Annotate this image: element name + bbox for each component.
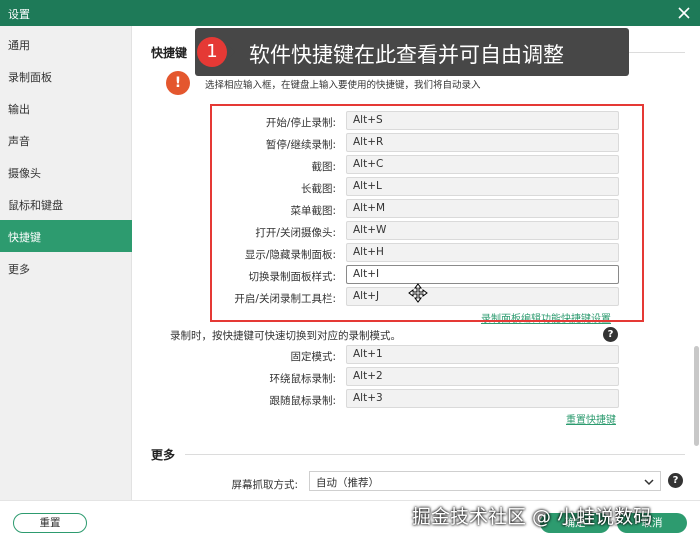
sidebar-item-record-panel[interactable]: 录制面板 — [0, 60, 132, 92]
help-icon[interactable]: ? — [603, 327, 618, 342]
close-icon[interactable] — [674, 3, 694, 23]
callout-text: 软件快捷键在此查看并可自由调整 — [249, 43, 564, 67]
mode-field[interactable]: Alt+2 — [346, 367, 619, 386]
shortcut-hint: 选择相应输入框，在键盘上输入要使用的快捷键，我们将自动录入 — [205, 80, 481, 91]
title-bar: 设置 — [0, 0, 700, 26]
more-divider — [185, 454, 685, 455]
mode-field[interactable]: Alt+1 — [346, 345, 619, 364]
sidebar-item-camera[interactable]: 摄像头 — [0, 156, 132, 188]
callout-number: 1 — [197, 37, 227, 67]
shortcuts-section-title: 快捷键 — [151, 46, 188, 60]
callout-tail — [227, 44, 235, 60]
mode-field[interactable]: Alt+3 — [346, 389, 619, 408]
sidebar-item-output[interactable]: 输出 — [0, 92, 132, 124]
chevron-down-icon — [644, 477, 654, 489]
window-title: 设置 — [8, 8, 30, 21]
mode-hint: 录制时，按快捷键可快速切换到对应的录制模式。 — [170, 330, 401, 342]
sidebar-item-shortcuts[interactable]: 快捷键 — [0, 220, 132, 252]
annotation-callout: 1 软件快捷键在此查看并可自由调整 — [195, 28, 629, 76]
capture-label: 屏幕抓取方式: — [231, 479, 298, 491]
sidebar: 通用 录制面板 输出 声音 摄像头 鼠标和键盘 快捷键 更多 — [0, 26, 132, 500]
more-section-title: 更多 — [151, 448, 176, 462]
capture-method-value: 自动（推荐） — [316, 477, 379, 489]
reset-button[interactable]: 重置 — [13, 513, 87, 533]
help-icon[interactable]: ? — [668, 473, 683, 488]
mode-label: 固定模式: — [290, 351, 336, 363]
sidebar-item-mouse-keyboard[interactable]: 鼠标和键盘 — [0, 188, 132, 220]
sidebar-item-general[interactable]: 通用 — [0, 28, 132, 60]
settings-window: 设置 通用 录制面板 输出 声音 摄像头 鼠标和键盘 快捷键 更多 快捷键 ! … — [0, 0, 700, 542]
reset-shortcuts-link[interactable]: 重置快捷键 — [566, 411, 616, 426]
scrollbar[interactable] — [694, 346, 699, 446]
warning-icon: ! — [166, 71, 190, 95]
capture-method-select[interactable]: 自动（推荐） — [309, 471, 661, 491]
mode-label: 环绕鼠标录制: — [269, 373, 336, 385]
sidebar-item-more[interactable]: 更多 — [0, 252, 132, 284]
sidebar-item-sound[interactable]: 声音 — [0, 124, 132, 156]
watermark: 掘金技术社区 @ 小蛙说数码 — [412, 506, 653, 528]
move-cursor-icon — [408, 283, 428, 307]
mode-label: 跟随鼠标录制: — [269, 395, 336, 407]
